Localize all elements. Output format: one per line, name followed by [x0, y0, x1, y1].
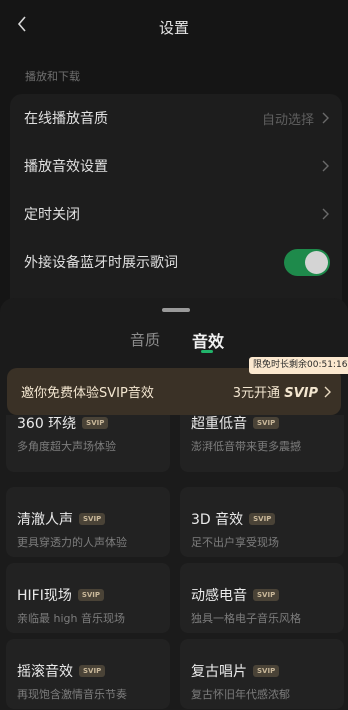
online-quality-value: 自动选择: [261, 112, 314, 128]
tab-effects[interactable]: 音效: [192, 328, 224, 352]
effect-desc: 亲临最 high 音乐现场: [17, 612, 125, 625]
effect-tile-vintage[interactable]: 复古唱片 SVIP 复古怀旧年代感浓郁: [180, 639, 344, 709]
svip-badge: SVIP: [249, 513, 276, 525]
chevron-right-icon: [320, 111, 330, 125]
effect-name: 清澈人声: [17, 512, 73, 528]
effect-tile-rock[interactable]: 摇滚音效 SVIP 再现饱含激情音乐节奏: [6, 639, 170, 709]
effect-tile-hifi[interactable]: HIFI现场 SVIP 亲临最 high 音乐现场: [6, 563, 170, 633]
effect-tile-bass[interactable]: 超重低音 SVIP 澎湃低音带来更多震撼: [180, 415, 344, 472]
svip-trial-banner[interactable]: 邀你免费体验SVIP音效 3元开通 SVIP: [7, 368, 341, 415]
effect-settings-row[interactable]: 播放音效设置: [24, 142, 330, 190]
svip-badge: SVIP: [82, 417, 109, 429]
online-quality-label: 在线播放音质: [24, 111, 108, 127]
online-quality-row[interactable]: 在线播放音质 自动选择: [24, 94, 330, 142]
active-tab-indicator: [201, 350, 213, 353]
sleep-timer-label: 定时关闭: [24, 207, 80, 223]
effect-tile-3d[interactable]: 3D 音效 SVIP 足不出户享受现场: [180, 487, 344, 557]
effect-desc: 足不出户享受现场: [191, 536, 279, 549]
effect-desc: 更具穿透力的人声体验: [17, 536, 127, 549]
effect-desc: 复古怀旧年代感浓郁: [191, 688, 290, 701]
effect-desc: 再现饱含激情音乐节奏: [17, 688, 127, 701]
section-title: 播放和下载: [25, 70, 80, 83]
bluetooth-lyrics-toggle[interactable]: [284, 248, 330, 276]
banner-action-prefix: 3元开通: [232, 386, 281, 401]
effect-name: 动感电音: [191, 588, 247, 604]
svip-brand: SVIP: [284, 386, 318, 401]
svip-badge: SVIP: [79, 665, 106, 677]
chevron-right-icon: [320, 207, 330, 221]
effect-settings-label: 播放音效设置: [24, 159, 108, 175]
svip-badge: SVIP: [253, 665, 280, 677]
playback-settings-card: 在线播放音质 自动选择 播放音效设置 定时关闭 外接设备蓝牙时展示歌词: [10, 94, 342, 314]
svip-badge: SVIP: [79, 513, 106, 525]
sheet-drag-handle[interactable]: [162, 308, 190, 312]
chevron-right-icon: [320, 159, 330, 173]
bluetooth-lyrics-label: 外接设备蓝牙时展示歌词: [24, 255, 178, 271]
chevron-right-icon: [324, 386, 331, 398]
effect-desc: 多角度超大声场体验: [17, 440, 116, 453]
bluetooth-lyrics-row: 外接设备蓝牙时展示歌词: [24, 238, 330, 286]
sleep-timer-row[interactable]: 定时关闭: [24, 190, 330, 238]
effect-name: 复古唱片: [191, 664, 247, 680]
effect-tile-360[interactable]: 360 环绕 SVIP 多角度超大声场体验: [6, 415, 170, 472]
effect-name: 3D 音效: [191, 512, 244, 528]
effect-name: 360 环绕: [17, 416, 77, 432]
effect-tile-electronic[interactable]: 动感电音 SVIP 独具一格电子音乐风格: [180, 563, 344, 633]
effect-name: HIFI现场: [17, 588, 72, 604]
effect-desc: 独具一格电子音乐风格: [191, 612, 301, 625]
effect-desc: 澎湃低音带来更多震撼: [191, 440, 301, 453]
svip-badge: SVIP: [77, 589, 105, 601]
limited-time-badge: 限免时长剩余00:51:16: [249, 357, 348, 374]
svip-badge: SVIP: [253, 417, 280, 429]
effect-tile-vocal[interactable]: 清澈人声 SVIP 更具穿透力的人声体验: [6, 487, 170, 557]
tab-quality[interactable]: 音质: [130, 329, 160, 350]
page-title: 设置: [158, 19, 189, 37]
banner-text: 邀你免费体验SVIP音效: [21, 386, 154, 401]
toggle-knob: [305, 250, 328, 274]
svip-badge: SVIP: [253, 589, 280, 601]
effect-name: 摇滚音效: [17, 664, 73, 680]
banner-action[interactable]: 3元开通 SVIP: [233, 382, 318, 401]
effect-name: 超重低音: [191, 416, 247, 432]
